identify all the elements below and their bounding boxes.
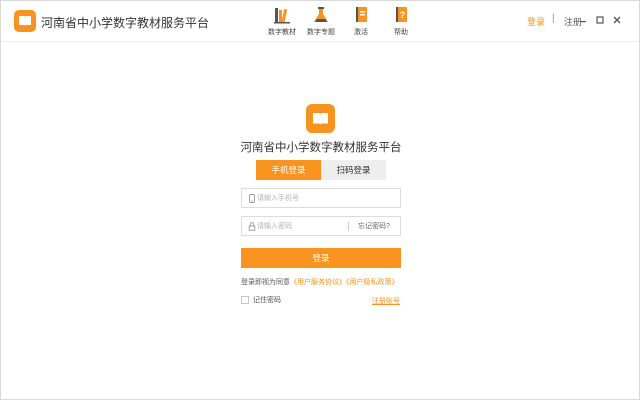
close-icon[interactable]: [611, 14, 623, 26]
login-button[interactable]: 登录: [241, 248, 401, 268]
help-book-icon: ?: [396, 7, 407, 22]
header-login-link[interactable]: 登录: [527, 15, 545, 28]
bookshelf-icon: [274, 8, 290, 24]
activate-book-icon: [356, 7, 367, 22]
title-bar: 河南省中小学数字教材服务平台 数字教材 数字专题 激活 ? 帮助 登录 | 注册: [1, 1, 639, 42]
app-window: 河南省中小学数字教材服务平台 数字教材 数字专题 激活 ? 帮助 登录 | 注册…: [0, 0, 640, 400]
header-separator: |: [552, 13, 555, 24]
agreement-prefix: 登录即视为同意: [241, 279, 290, 286]
register-account-link[interactable]: 注册账号: [372, 296, 400, 306]
nav-item-digital-topics[interactable]: 数字专题: [301, 5, 341, 39]
forgot-password-link[interactable]: 忘记密码?: [358, 221, 390, 231]
phone-icon: [249, 194, 255, 203]
flask-icon: [314, 7, 328, 22]
password-field: 忘记密码?: [241, 216, 401, 236]
nav-item-activate[interactable]: 激活: [341, 5, 381, 39]
tab-phone-login[interactable]: 手机登录: [256, 160, 321, 180]
remember-password-label[interactable]: 记住密码: [253, 295, 281, 305]
field-divider: [348, 222, 349, 231]
nav-item-help[interactable]: ? 帮助: [381, 5, 421, 39]
maximize-icon[interactable]: [594, 14, 606, 26]
lock-icon: [248, 222, 256, 231]
phone-input[interactable]: [257, 191, 347, 205]
app-logo-icon: [14, 10, 36, 32]
password-input[interactable]: [257, 219, 347, 233]
minimize-icon[interactable]: [577, 14, 589, 26]
service-agreement-link[interactable]: 《用户服务协议》: [290, 279, 346, 286]
platform-logo-icon: [306, 104, 335, 133]
remember-password-checkbox[interactable]: [241, 296, 249, 304]
agreement-text: 登录即视为同意《用户服务协议》《用户隐私政策》: [241, 277, 399, 287]
nav-item-digital-textbooks[interactable]: 数字教材: [262, 5, 302, 39]
tab-qr-login[interactable]: 扫码登录: [321, 160, 386, 180]
svg-text:?: ?: [400, 10, 406, 20]
login-title: 河南省中小学数字教材服务平台: [240, 142, 402, 154]
phone-field: [241, 188, 401, 208]
app-title: 河南省中小学数字教材服务平台: [41, 16, 210, 30]
privacy-policy-link[interactable]: 《用户隐私政策》: [346, 279, 399, 286]
